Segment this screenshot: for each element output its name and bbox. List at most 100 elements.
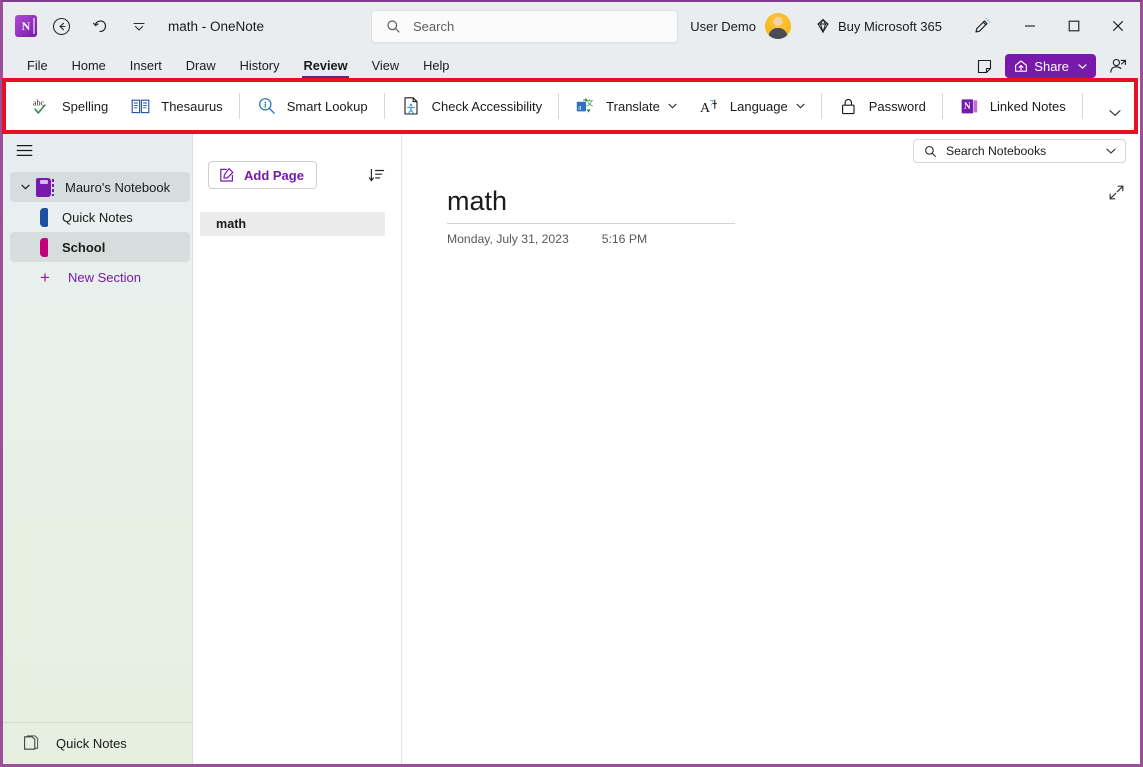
page-list-pane: Add Page math [193, 134, 402, 764]
tab-insert[interactable]: Insert [120, 54, 172, 78]
password-label: Password [868, 98, 926, 114]
language-icon: A 7 [699, 97, 721, 116]
onenote-logo-icon: N [15, 15, 37, 37]
section-label: Quick Notes [62, 209, 133, 225]
linked-notes-button[interactable]: N Linked Notes [948, 86, 1077, 126]
search-box[interactable]: Search [371, 10, 678, 43]
linked-notes-onenote-icon: N [959, 97, 981, 116]
password-button[interactable]: Password [827, 86, 937, 126]
new-section-button[interactable]: + New Section [10, 262, 190, 292]
smart-lookup-button[interactable]: Smart Lookup [245, 86, 379, 126]
section-color-tab [40, 237, 48, 257]
onenote-window: N math - OneNote Search User Demo Buy Mi… [0, 0, 1143, 767]
search-icon [386, 19, 401, 34]
chevron-down-icon [1078, 63, 1087, 70]
search-placeholder: Search [413, 19, 455, 34]
title-bar-right: User Demo Buy Microsoft 365 [690, 2, 1140, 50]
ink-pen-icon[interactable] [964, 11, 998, 41]
section-color-tab [40, 207, 48, 227]
padlock-icon [838, 97, 860, 116]
back-arrow-icon[interactable] [46, 11, 76, 41]
workspace: Mauro's Notebook Quick Notes School + Ne… [3, 134, 1140, 764]
new-section-label: New Section [68, 269, 141, 285]
translate-button[interactable]: a 文 Translate [564, 86, 688, 126]
navigation-toolbar [3, 134, 193, 166]
user-name[interactable]: User Demo [690, 19, 756, 34]
sidebar-item-quick-notes-section[interactable]: Quick Notes [10, 202, 190, 232]
smart-lookup-label: Smart Lookup [286, 98, 368, 114]
share-icon [1014, 59, 1028, 73]
language-button[interactable]: A 7 Language [688, 86, 816, 126]
chevron-down-icon [668, 103, 677, 109]
list-item[interactable]: math [200, 212, 385, 236]
sort-pages-icon[interactable] [365, 163, 389, 187]
ribbon-divider [383, 93, 385, 119]
sticky-note-icon[interactable] [969, 53, 999, 79]
language-label: Language [729, 98, 788, 114]
spelling-button[interactable]: abc Spelling [20, 86, 119, 126]
sidebar-item-notebook[interactable]: Mauro's Notebook [10, 172, 190, 202]
thesaurus-book-icon [130, 98, 152, 115]
add-page-label: Add Page [244, 167, 304, 183]
buy-microsoft-365-button[interactable]: Buy Microsoft 365 [815, 18, 942, 34]
add-people-icon[interactable] [1102, 53, 1134, 79]
page-title[interactable]: math [447, 186, 735, 223]
chevron-down-icon[interactable] [1106, 148, 1116, 154]
tab-file[interactable]: File [17, 54, 58, 78]
navigation-pane: Mauro's Notebook Quick Notes School + Ne… [3, 134, 193, 764]
ribbon-expand-chevron-down-icon[interactable] [1104, 102, 1126, 124]
window-title: math - OneNote [168, 18, 265, 34]
search-notebooks-box[interactable]: Search Notebooks [913, 139, 1126, 163]
quick-notes-page-icon [23, 734, 40, 753]
notebook-tree: Mauro's Notebook Quick Notes School + Ne… [3, 172, 192, 292]
note-canvas[interactable]: math Monday, July 31, 2023 5:16 PM [402, 134, 1140, 764]
maximize-button[interactable] [1052, 2, 1096, 50]
add-page-button[interactable]: Add Page [208, 161, 317, 189]
linked-notes-label: Linked Notes [989, 98, 1066, 114]
avatar[interactable] [764, 13, 791, 39]
svg-text:文: 文 [585, 97, 593, 107]
page-time[interactable]: 5:16 PM [602, 232, 647, 246]
buy-microsoft-365-label: Buy Microsoft 365 [837, 18, 942, 34]
search-icon [924, 145, 937, 158]
svg-text:abc: abc [33, 98, 45, 107]
translate-label: Translate [606, 98, 660, 114]
ribbon-divider [820, 93, 822, 119]
tab-home[interactable]: Home [62, 54, 116, 78]
tab-review[interactable]: Review [293, 54, 357, 78]
notebook-icon [36, 177, 54, 197]
chevron-down-icon[interactable] [16, 184, 34, 190]
hamburger-menu-icon[interactable] [12, 139, 36, 161]
chevron-down-icon [796, 103, 805, 109]
share-button[interactable]: Share [1005, 54, 1096, 78]
smart-lookup-magnifier-icon [256, 96, 278, 116]
thesaurus-button[interactable]: Thesaurus [119, 86, 233, 126]
minimize-button[interactable] [1008, 2, 1052, 50]
expand-diagonal-icon[interactable] [1106, 182, 1126, 202]
review-ribbon-highlight: abc Spelling Thesaurus Smart Lookup Chec… [2, 78, 1138, 134]
undo-icon[interactable] [85, 11, 115, 41]
notebook-label: Mauro's Notebook [65, 179, 171, 195]
page-header: math Monday, July 31, 2023 5:16 PM [447, 186, 735, 246]
ribbon-divider [941, 93, 943, 119]
share-label: Share [1034, 58, 1069, 74]
tab-view[interactable]: View [362, 54, 410, 78]
diamond-icon [815, 18, 831, 34]
tab-draw[interactable]: Draw [176, 54, 226, 78]
tab-help[interactable]: Help [413, 54, 459, 78]
sidebar-item-school-section[interactable]: School [10, 232, 190, 262]
svg-text:N: N [964, 101, 971, 111]
close-button[interactable] [1096, 2, 1140, 50]
tab-history[interactable]: History [230, 54, 290, 78]
ribbon-divider [238, 93, 240, 119]
quick-notes-footer-button[interactable]: Quick Notes [3, 722, 192, 764]
page-pane-toolbar: Add Page [193, 156, 401, 194]
search-notebooks-placeholder: Search Notebooks [946, 144, 1047, 158]
spelling-abc-check-icon: abc [31, 97, 53, 116]
ribbon-divider [1081, 93, 1083, 119]
check-accessibility-button[interactable]: Check Accessibility [390, 86, 554, 126]
page-list: math [193, 212, 401, 236]
title-divider [447, 223, 735, 225]
quick-access-toolbar-icon[interactable] [124, 11, 154, 41]
page-date[interactable]: Monday, July 31, 2023 [447, 232, 569, 246]
